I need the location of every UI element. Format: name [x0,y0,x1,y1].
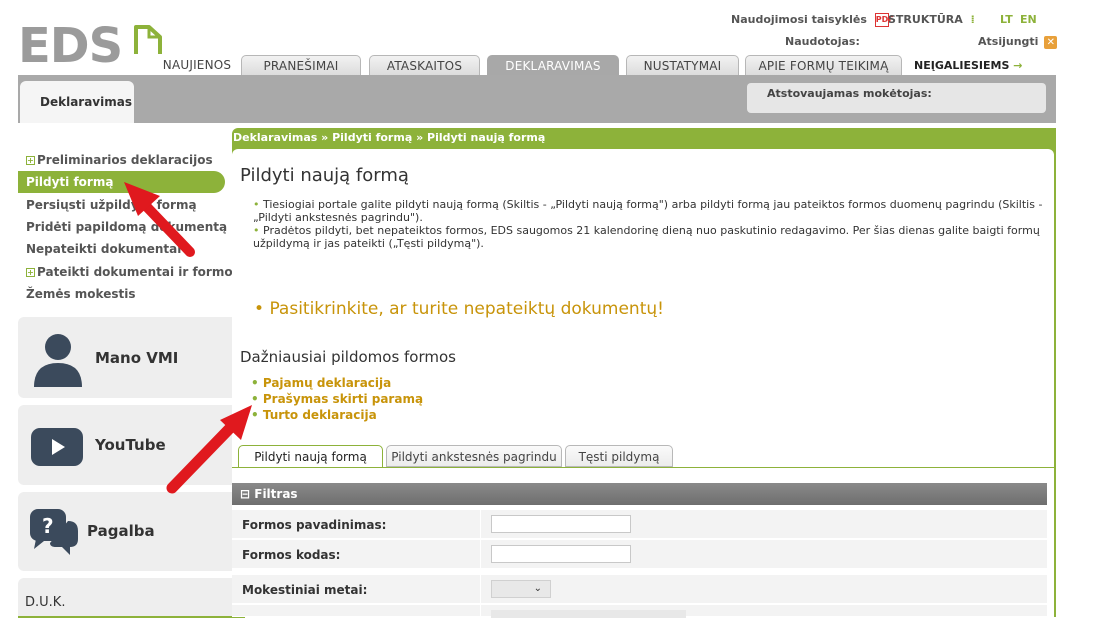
page-title: Pildyti naują formą [240,165,409,186]
lang-en-link[interactable]: EN [1020,13,1037,26]
card-label: Pagalba [87,522,155,540]
tab-pranesimai[interactable]: PRANEŠIMAI [241,55,361,75]
field-label: Formos pavadinimas: [242,518,387,532]
tab-baseline [232,467,1054,468]
sidebar-item-nepateikti[interactable]: Nepateikti dokumentai [26,242,181,256]
filter-row: Formos kodas: [232,540,1047,569]
help-chat-icon: ? [30,509,78,555]
card-mano-vmi[interactable]: Mano VMI [18,317,245,398]
frequent-form-link[interactable]: • Turto deklaracija [251,408,377,422]
frequent-form-link[interactable]: • Pajamų deklaracija [251,376,391,390]
logout-link[interactable]: Atsijungti ✕ [978,35,1058,49]
sidebar-item-persiusti[interactable]: Persiųsti užpildytą formą [26,198,197,212]
breadcrumb[interactable]: Deklaravimas » Pildyti formą » Pildyti n… [233,131,545,144]
card-label: D.U.K. [25,595,66,610]
svg-text:?: ? [42,514,54,538]
tab-ataskaitos[interactable]: ATASKAITOS [369,55,480,75]
structure-icon: ⁞ [970,13,975,26]
form-tab-continue[interactable]: Tęsti pildymą [565,445,673,467]
lang-lt-link[interactable]: LT [1000,13,1013,26]
represented-payer-box: Atstovaujamas mokėtojas: [747,83,1046,113]
sidebar-item-preliminarios[interactable]: + Preliminarios deklaracijos [26,153,213,167]
card-pagalba[interactable]: ? Pagalba [18,492,245,571]
tax-year-select[interactable]: ⌄ [491,580,551,598]
form-tab-previous[interactable]: Pildyti ankstesnės pagrindu [386,445,562,467]
tab-naujienos[interactable]: NAUJIENOS [158,55,236,75]
section-tab-deklaravimas[interactable]: Deklaravimas [20,81,134,123]
card-label: YouTube [95,436,166,454]
field-label: Formos kodas: [242,548,341,562]
sidebar-item-pildyti-forma[interactable]: Pildyti formą [18,171,225,193]
filter-row: Formos pavadinimas: [232,510,1047,539]
logout-icon: ✕ [1044,35,1058,49]
frequent-form-link[interactable]: • Prašymas skirti paramą [251,392,423,406]
unsubmitted-documents-link[interactable]: • Pasitikrinkite, ar turite nepateiktų d… [254,299,664,319]
sidebar-item-prideti[interactable]: Pridėti papildomą dokumentą [26,220,227,234]
sidebar-item-zemes[interactable]: Žemės mokestis [26,287,135,301]
chevron-down-icon: ⌄ [533,583,542,594]
form-code-input[interactable] [491,545,631,563]
tab-apie-formu-teikima[interactable]: APIE FORMŲ TEIKIMĄ [745,55,902,75]
youtube-icon [31,428,83,466]
filter-row [232,605,1047,618]
expand-icon: + [26,156,35,165]
eds-logo[interactable]: EDS [18,18,168,68]
accessibility-link[interactable]: NEĮGALIESIEMS → [914,59,1022,72]
frequent-forms-title: Dažniausiai pildomos formos [240,348,456,366]
expand-icon: + [26,268,35,277]
rules-link[interactable]: Naudojimosi taisyklės PDF [731,13,894,27]
collapse-icon: ⊟ [240,487,251,501]
form-tab-new[interactable]: Pildyti naują formą [238,445,383,468]
form-name-input[interactable] [491,515,631,533]
arrow-right-icon: → [1013,59,1023,72]
user-label: Naudotojas: [785,35,860,48]
tab-nustatymai[interactable]: NUSTATYMAI [626,55,739,75]
sidebar-item-pateikti[interactable]: + Pateikti dokumentai ir formos [26,265,240,279]
info-bullet: • Tiesiogiai portale galite pildyti nauj… [253,198,1043,224]
filter-row: Mokestiniai metai: ⌄ [232,575,1047,604]
info-bullet: • Pradėtos pildyti, bet nepateiktos form… [253,224,1040,250]
card-label: Mano VMI [95,349,179,367]
tab-deklaravimas[interactable]: DEKLARAVIMAS [487,55,619,75]
pdf-icon: PDF [874,13,894,27]
field-label: Mokestiniai metai: [242,583,368,597]
logo-text: EDS [18,18,122,68]
structure-link[interactable]: STRUKTŪRA ⁞ [888,13,975,26]
filter-header[interactable]: ⊟ Filtras [232,483,1047,505]
card-youtube[interactable]: YouTube [18,405,245,485]
card-duk[interactable]: D.U.K. [18,578,245,618]
user-icon [34,334,82,387]
